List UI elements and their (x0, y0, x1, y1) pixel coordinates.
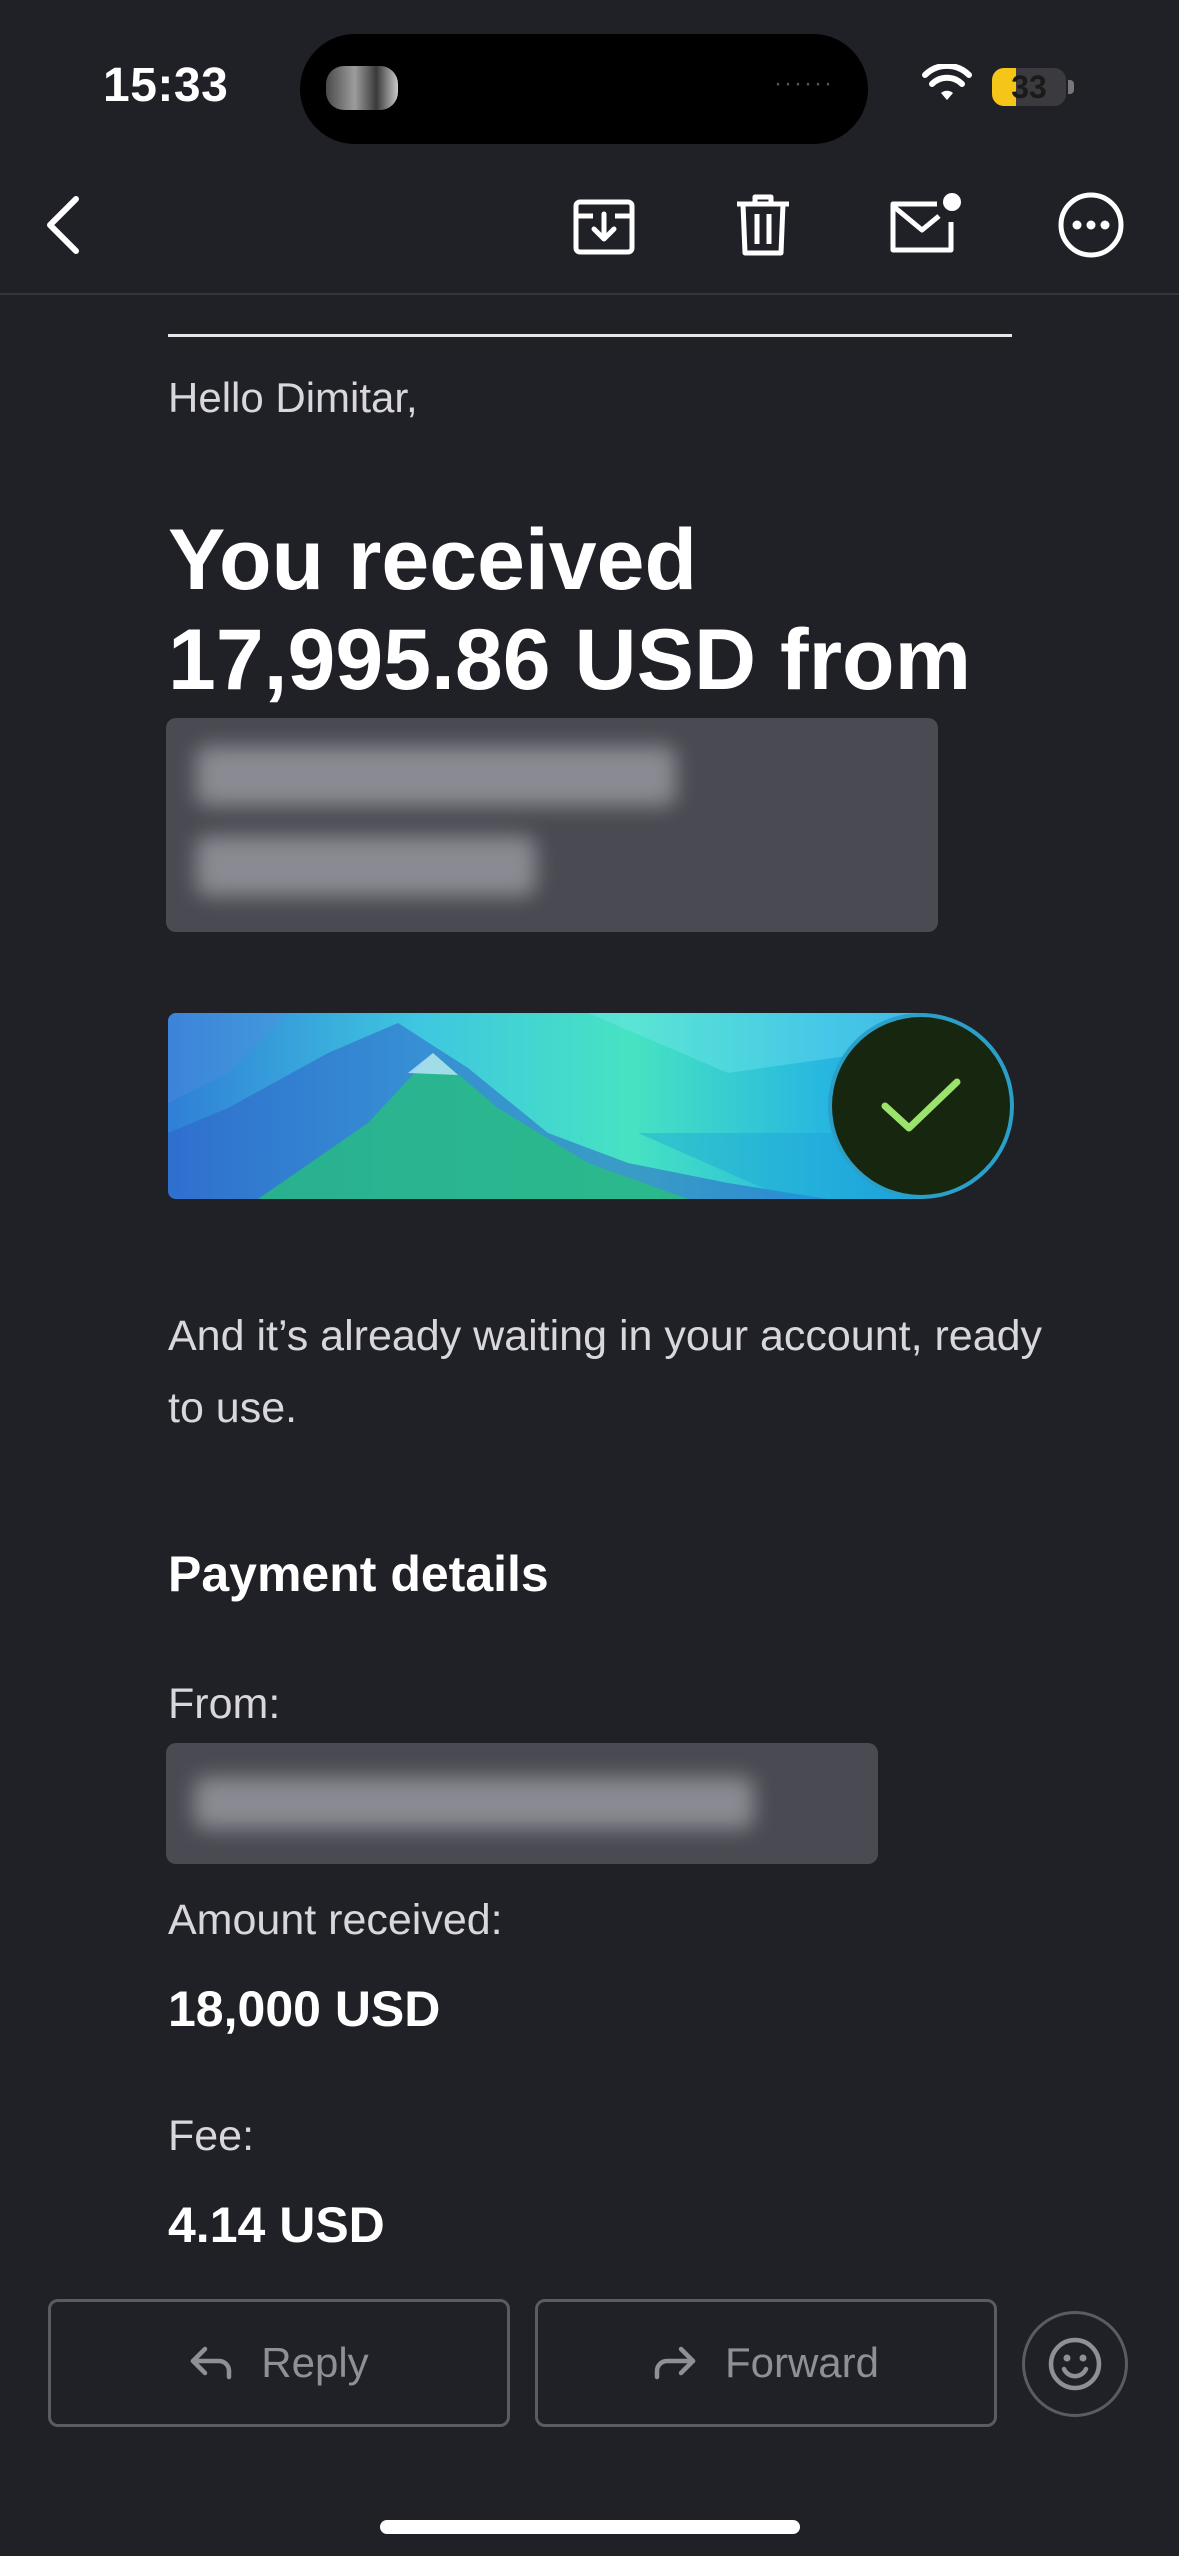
checkmark-icon (881, 1078, 961, 1132)
amount-received-value: 18,000 USD (168, 1981, 441, 2037)
mark-unread-button[interactable] (880, 180, 970, 270)
archive-tray-icon (573, 199, 635, 255)
redacted-from-value (166, 1743, 878, 1864)
back-button[interactable] (20, 180, 110, 270)
archive-button[interactable] (559, 180, 649, 270)
reply-button[interactable]: Reply (48, 2299, 510, 2427)
live-activity-thumbnail (326, 66, 398, 110)
battery-tip (1068, 80, 1074, 94)
from-label: From: (168, 1680, 281, 1728)
more-button[interactable] (1046, 180, 1136, 270)
payment-details-title: Payment details (168, 1546, 549, 1602)
envelope-unread-icon (890, 193, 961, 253)
delete-button[interactable] (718, 180, 808, 270)
reply-arrow-icon (191, 2346, 232, 2380)
header-rule (168, 334, 1012, 337)
battery-icon: 33 (992, 68, 1066, 106)
redacted-sender-name (166, 718, 938, 932)
email-message: And it’s already waiting in your account… (168, 1312, 1043, 1432)
success-badge (832, 1017, 1010, 1195)
toolbar-divider (0, 293, 1179, 295)
forward-label: Forward (724, 2339, 880, 2386)
amount-received-label: Amount received: (168, 1896, 503, 1944)
reply-label: Reply (261, 2339, 369, 2386)
status-time: 15:33 (103, 59, 229, 112)
emoji-reaction-button[interactable] (1022, 2311, 1128, 2417)
forward-arrow-icon (654, 2346, 696, 2380)
email-headline: You received 17,995.86 USD from (168, 512, 972, 708)
home-indicator[interactable] (380, 2520, 800, 2534)
forward-button[interactable]: Forward (535, 2299, 997, 2427)
email-greeting: Hello Dimitar, (168, 374, 418, 421)
battery-level: 33 (1011, 69, 1047, 105)
fee-label: Fee: (168, 2112, 255, 2160)
smiley-icon (1048, 2337, 1102, 2391)
trash-icon (737, 194, 789, 256)
wifi-icon (922, 64, 972, 100)
fee-value: 4.14 USD (168, 2197, 385, 2253)
live-activity-indicator: ······ (774, 70, 834, 97)
chevron-left-icon (47, 196, 79, 254)
ellipsis-circle-icon (1058, 192, 1124, 258)
